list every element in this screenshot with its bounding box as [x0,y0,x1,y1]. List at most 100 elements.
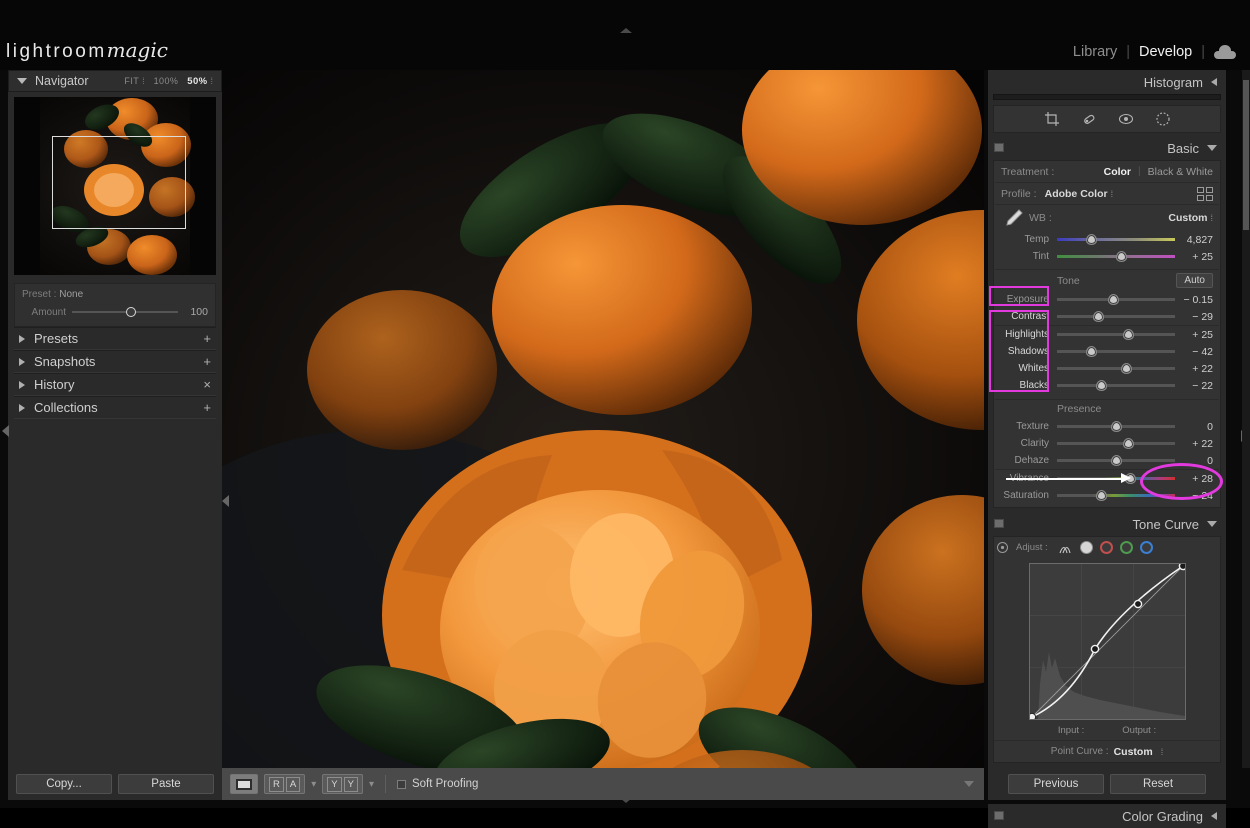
module-library[interactable]: Library [1073,44,1117,60]
amount-value[interactable]: 100 [184,306,208,318]
loupe-view-button[interactable] [230,774,258,794]
wb-stepper[interactable]: ⁞ [1210,213,1213,223]
tone-curve-plot[interactable] [1027,561,1187,722]
slider-track-contrast[interactable] [1057,311,1175,322]
sidebar-item-presets[interactable]: Presets + [14,327,216,350]
cloud-icon[interactable] [1214,45,1236,59]
slider-value-blacks[interactable]: − 22 [1175,380,1213,392]
slider-track-clarity[interactable] [1057,438,1175,449]
slider-knob-highlights[interactable] [1123,329,1135,340]
slider-knob-dehaze[interactable] [1110,455,1122,466]
slider-value-exposure[interactable]: − 0.15 [1175,294,1214,306]
slider-track-dehaze[interactable] [1057,455,1175,466]
slider-knob-temp[interactable] [1085,234,1097,245]
right-panel-scrollbar[interactable] [1242,70,1250,768]
chevron-down-icon[interactable] [1207,521,1217,527]
chevron-right-icon[interactable] [19,357,25,366]
slider-knob-contrast[interactable] [1092,311,1104,322]
slider-value-shadows[interactable]: − 42 [1175,346,1213,358]
tone-curve-graph[interactable] [1027,561,1187,722]
compare-dropdown[interactable]: ▾ [311,779,316,790]
redeye-icon[interactable] [1118,111,1134,127]
profile-value[interactable]: Adobe Color [1045,188,1108,200]
slider-knob-clarity[interactable] [1123,438,1135,449]
navigator-crop-rect[interactable] [52,136,186,229]
slider-knob-texture[interactable] [1110,421,1122,432]
slider-knob-shadows[interactable] [1085,346,1097,357]
slider-value-highlights[interactable]: + 25 [1175,329,1213,341]
slider-track-highlights[interactable] [1057,329,1175,340]
reset-button[interactable]: Reset [1110,774,1206,794]
parametric-curve-icon[interactable] [1058,541,1073,554]
slider-track-exposure[interactable] [1057,294,1175,305]
channel-blue-icon[interactable] [1139,540,1153,554]
targeted-adjustment-icon[interactable] [996,541,1009,554]
channel-rgb-icon[interactable] [1079,540,1093,554]
crop-icon[interactable] [1044,111,1060,127]
zoom-100[interactable]: 100% [154,76,179,86]
chevron-down-icon[interactable] [1207,145,1217,151]
chevron-left-icon[interactable] [1211,812,1217,820]
sidebar-item-history[interactable]: History × [14,373,216,396]
soft-proofing-label[interactable]: Soft Proofing [412,778,478,790]
wb-value[interactable]: Custom [1168,212,1207,224]
sidebar-item-collections[interactable]: Collections + [14,396,216,419]
slider-value-texture[interactable]: 0 [1175,421,1213,433]
masking-icon[interactable] [1155,111,1171,127]
slider-clarity[interactable]: Clarity + 22 [994,435,1220,452]
slider-value-whites[interactable]: + 22 [1175,363,1213,375]
slider-knob-blacks[interactable] [1096,380,1108,391]
slider-value-temp[interactable]: 4,827 [1175,234,1213,246]
panel-header-tone-curve[interactable]: Tone Curve [988,512,1226,536]
treatment-bw-option[interactable]: Black & White [1148,166,1213,178]
slider-texture[interactable]: Texture 0 [994,418,1220,435]
snapshots-add-icon[interactable]: + [203,354,211,369]
navigator-header[interactable]: Navigator FIT ⁞ 100% 50% ⁞ [8,70,222,92]
slider-value-contrast[interactable]: − 29 [1175,311,1213,323]
top-panel-toggle[interactable] [620,28,632,33]
scrollbar-thumb[interactable] [1243,80,1249,230]
soft-proofing-checkbox[interactable] [396,779,406,789]
point-curve-value[interactable]: Custom [1114,746,1153,758]
chevron-right-icon[interactable] [19,380,25,389]
amount-slider-knob[interactable] [126,307,137,317]
channel-green-icon[interactable] [1119,540,1133,554]
chevron-right-icon[interactable] [19,403,25,412]
slider-value-tint[interactable]: + 25 [1175,251,1213,263]
zoom-current[interactable]: 50% [187,76,207,87]
slider-knob-saturation[interactable] [1096,490,1108,501]
history-clear-icon[interactable]: × [203,377,211,392]
point-curve-stepper[interactable]: ⁞ [1161,747,1164,757]
zoom-fit[interactable]: FIT [124,76,139,86]
chevron-down-icon[interactable] [17,78,27,84]
sidebar-item-snapshots[interactable]: Snapshots + [14,350,216,373]
chevron-left-icon[interactable] [1211,78,1217,86]
toolbar-options-caret[interactable] [964,781,974,787]
slider-track-texture[interactable] [1057,421,1175,432]
preset-value[interactable]: None [59,289,83,300]
auto-tone-button[interactable]: Auto [1176,273,1213,288]
survey-dropdown[interactable]: ▾ [369,779,374,790]
heal-icon[interactable] [1081,111,1097,127]
left-edge-arrow[interactable] [2,425,9,437]
basic-panel-switch[interactable] [994,143,1004,152]
collections-add-icon[interactable]: + [203,400,211,415]
survey-view-button[interactable]: YY [322,774,363,794]
copy-button[interactable]: Copy... [16,774,112,794]
slider-track-temp[interactable] [1057,234,1175,245]
panel-header-basic[interactable]: Basic [988,136,1226,160]
slider-track-whites[interactable] [1057,363,1175,374]
slider-knob-tint[interactable] [1116,251,1128,262]
profile-stepper[interactable]: ⁞ [1111,189,1114,199]
module-develop[interactable]: Develop [1139,44,1192,60]
panel-header-histogram[interactable]: Histogram [988,70,1226,94]
tone-curve-panel-switch[interactable] [994,519,1004,528]
zoom-stepper[interactable]: ⁞ [210,76,213,86]
slider-value-clarity[interactable]: + 22 [1175,438,1213,450]
navigator-thumbnail[interactable] [14,97,216,275]
slider-track-shadows[interactable] [1057,346,1175,357]
color-grading-panel-switch[interactable] [994,811,1004,820]
profile-browser-icon[interactable] [1197,186,1213,201]
left-panel-collapse-arrow[interactable] [222,495,229,507]
slider-track-blacks[interactable] [1057,380,1175,391]
